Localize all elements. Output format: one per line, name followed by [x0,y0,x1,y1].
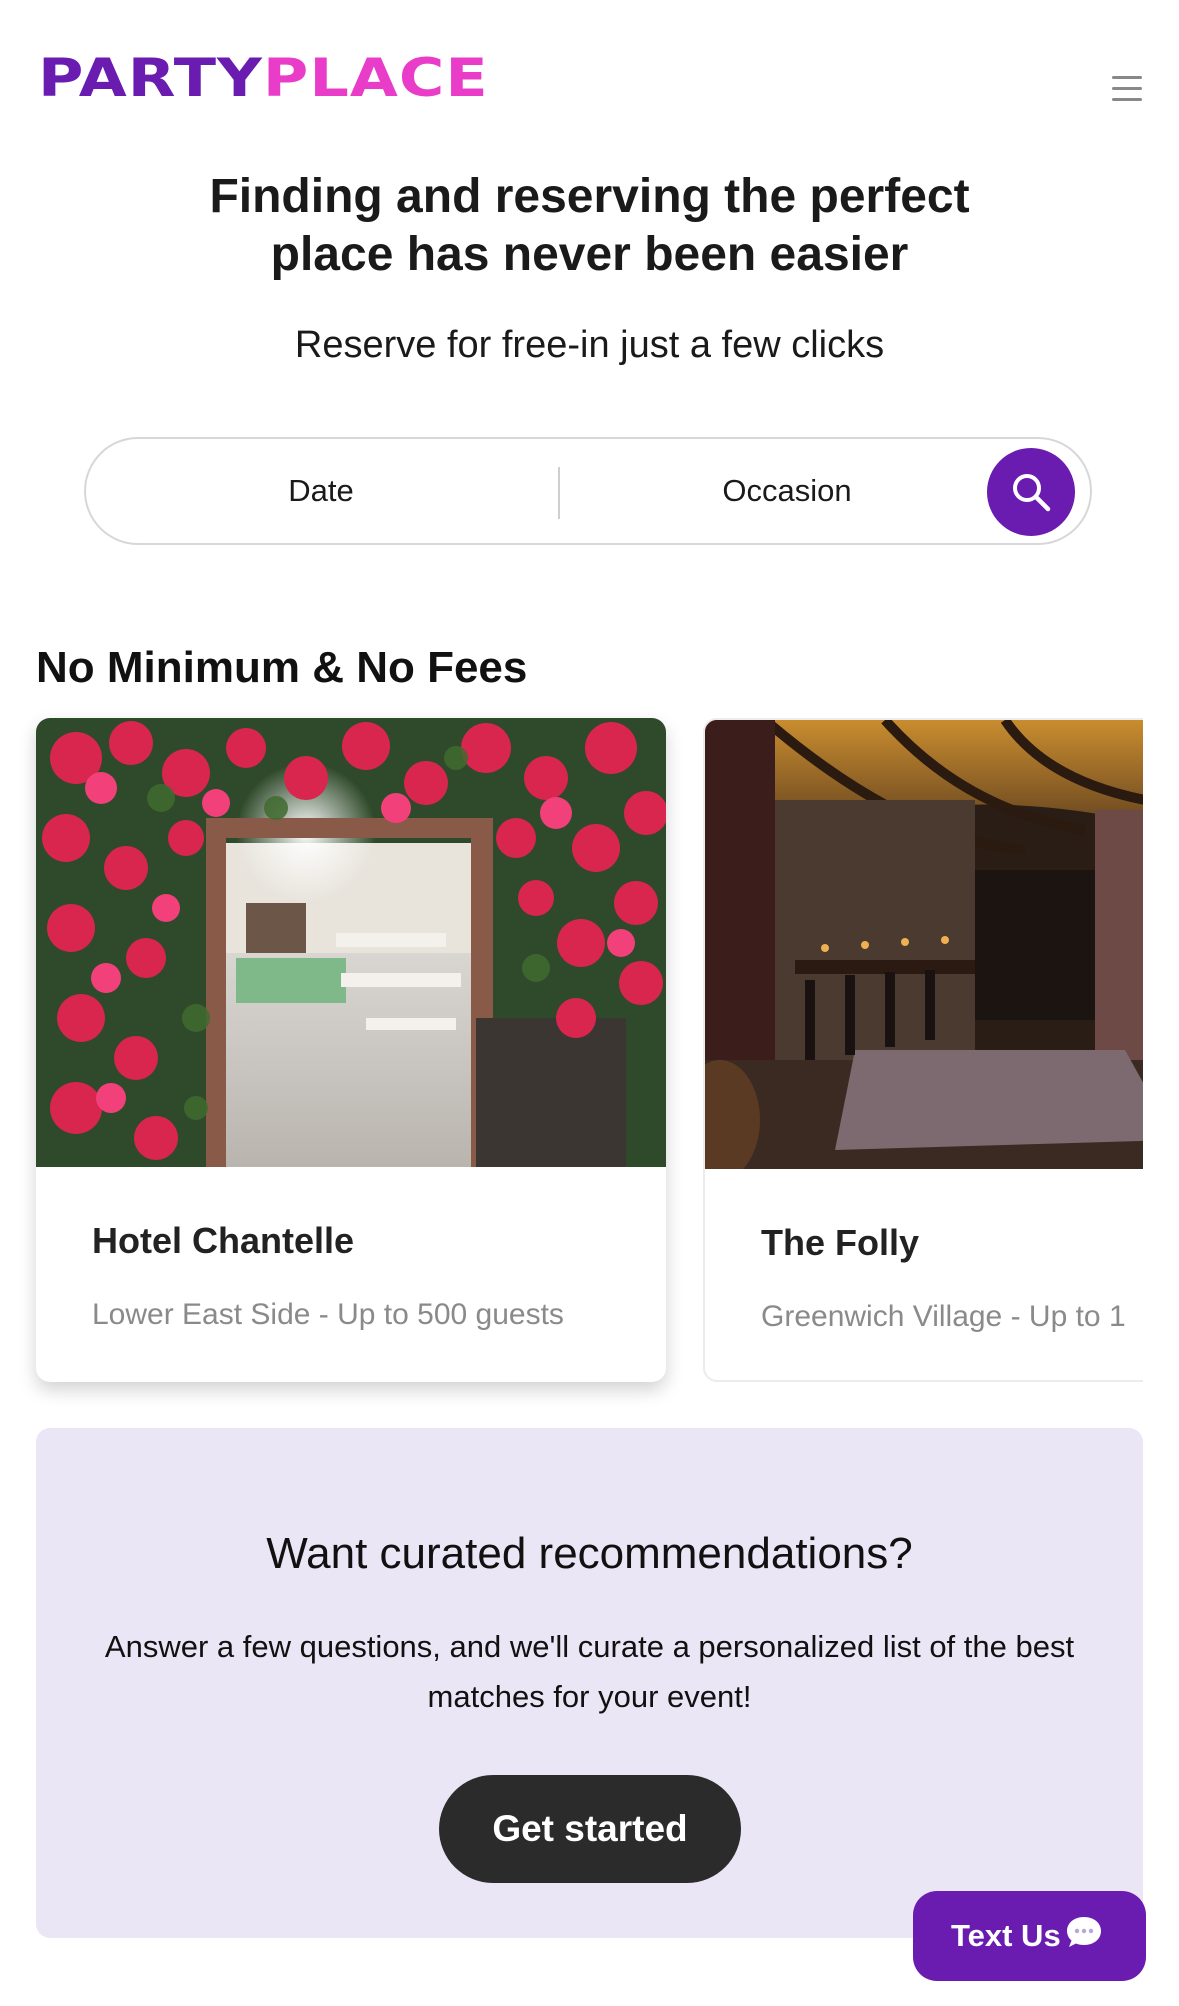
hero-subtitle: Reserve for free-in just a few clicks [294,324,885,366]
occasion-field[interactable]: Occasion [560,439,1014,543]
recommendations-panel: Want curated recommendations? Answer a f… [36,1428,1143,1938]
venue-name: The Folly [761,1222,920,1263]
venue-card-hotel-chantelle[interactable]: Hotel Chantelle Lower East Side - Up to … [36,718,666,1382]
text-us-button[interactable]: Text Us [913,1891,1146,1981]
chat-bubble-icon [1067,1917,1101,1947]
logo-place: PLACE [262,46,489,109]
section-title: No Minimum & No Fees [36,643,528,692]
venue-meta: Greenwich Village - Up to 1 [761,1300,1126,1333]
venue-photo-the-folly [705,720,1179,1169]
text-us-label: Text Us [951,1918,1061,1953]
search-bar: Date Occasion [84,437,1092,545]
date-field[interactable]: Date [86,439,556,543]
venue-name: Hotel Chantelle [92,1220,355,1261]
recommendations-title: Want curated recommendations? [266,1529,913,1578]
hamburger-menu-icon[interactable] [1112,76,1142,102]
page: PARTYPLACE Finding and reserving the per… [0,0,1179,2006]
get-started-button[interactable]: Get started [439,1775,741,1883]
venue-card-the-folly[interactable]: The Folly Greenwich Village - Up to 1 [703,718,1179,1382]
partyplace-logo[interactable]: PARTYPLACE [38,52,489,105]
venue-meta: Lower East Side - Up to 500 guests [92,1298,564,1331]
hero-title-line-1: Finding and reserving the perfect [209,170,970,223]
hero-title-line-2: place has never been easier [270,228,909,281]
logo-part: PARTY [38,46,263,109]
hero-title: Finding and reserving the perfect place … [0,168,1179,284]
search-button[interactable] [987,448,1075,536]
search-icon [1013,474,1051,512]
recommendations-body: Answer a few questions, and we'll curate… [104,1629,1075,1714]
venue-photo-hotel-chantelle [36,718,666,1167]
carousel-edge-mask [1143,700,1179,1420]
